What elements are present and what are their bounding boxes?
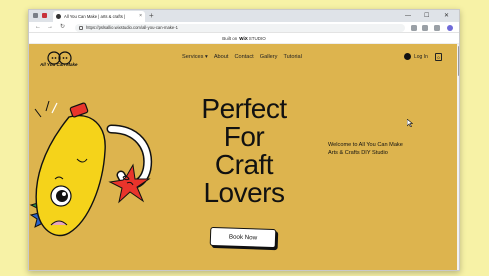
new-tab-button[interactable]: + — [149, 11, 154, 21]
url-text: https://pslsallio.wixstudio.com/all-you-… — [86, 25, 178, 30]
login-button[interactable]: Log In — [404, 53, 428, 60]
wix-studio-banner[interactable]: Built on WiX STUDIO — [29, 33, 459, 44]
tab-close-icon[interactable]: × — [139, 14, 142, 19]
nav-gallery[interactable]: Gallery — [260, 54, 278, 60]
wix-banner-text: Built on — [222, 35, 238, 41]
logo-text: All You Can Make — [40, 62, 78, 67]
lock-icon — [79, 25, 83, 30]
nav-about[interactable]: About — [214, 54, 229, 60]
forward-button[interactable]: → — [47, 23, 53, 32]
address-bar: ← → ↻ https://pslsallio.wixstudio.com/al… — [29, 22, 459, 33]
hero-line-2: For — [223, 121, 265, 152]
wix-brand-suffix: STUDIO — [248, 35, 266, 41]
nav-contact[interactable]: Contact — [234, 54, 253, 60]
hero-line-3: Craft — [214, 149, 274, 180]
reload-button[interactable]: ↻ — [60, 23, 65, 32]
favorites-icon[interactable] — [422, 24, 428, 31]
login-label: Log In — [414, 53, 428, 60]
extensions-icon[interactable] — [411, 24, 417, 31]
site-page: All You Can Make Services ▾ About Contac… — [29, 44, 457, 270]
nav-tutorial[interactable]: Tutorial — [283, 54, 301, 60]
browser-window: All You Can Make | arts & crafts | × + —… — [28, 9, 460, 271]
wix-brand: WiX — [239, 35, 248, 41]
banana-character-illustration — [29, 100, 153, 237]
user-icon — [404, 53, 411, 60]
tab-bar: All You Can Make | arts & crafts | × + —… — [29, 10, 459, 22]
hero-title: Perfect For Craft Lovers — [169, 95, 319, 207]
url-field[interactable]: https://pslsallio.wixstudio.com/all-you-… — [75, 23, 405, 32]
scrollbar-thumb[interactable] — [458, 46, 459, 76]
tab-title: All You Can Make | arts & crafts | — [64, 14, 126, 19]
cart-button[interactable]: 0 — [435, 53, 442, 61]
collections-icon[interactable] — [434, 24, 440, 31]
back-button[interactable]: ← — [35, 23, 41, 32]
tab-active[interactable]: All You Can Make | arts & crafts | × — [53, 11, 145, 22]
minimize-button[interactable]: — — [405, 11, 411, 21]
hero-line-4: Lovers — [203, 177, 285, 208]
book-now-button[interactable]: Book Now — [209, 226, 277, 249]
close-window-button[interactable]: ✕ — [444, 11, 449, 21]
tab-actions-icon[interactable] — [42, 13, 47, 18]
nav-services[interactable]: Services ▾ — [182, 54, 208, 60]
page-scrollbar[interactable] — [457, 44, 459, 270]
window-menu-icon[interactable] — [33, 13, 38, 18]
nav-services-label: Services — [182, 54, 204, 60]
favicon-icon — [56, 14, 61, 19]
welcome-text: Welcome to All You Can Make Arts & Craft… — [328, 142, 403, 156]
profile-icon[interactable] — [447, 24, 453, 31]
mouse-cursor-icon — [407, 119, 413, 127]
maximize-button[interactable]: ☐ — [424, 11, 429, 21]
hero-line-1: Perfect — [201, 93, 287, 124]
chevron-down-icon: ▾ — [203, 54, 208, 60]
main-nav: Services ▾ About Contact Gallery Tutoria… — [182, 54, 302, 60]
